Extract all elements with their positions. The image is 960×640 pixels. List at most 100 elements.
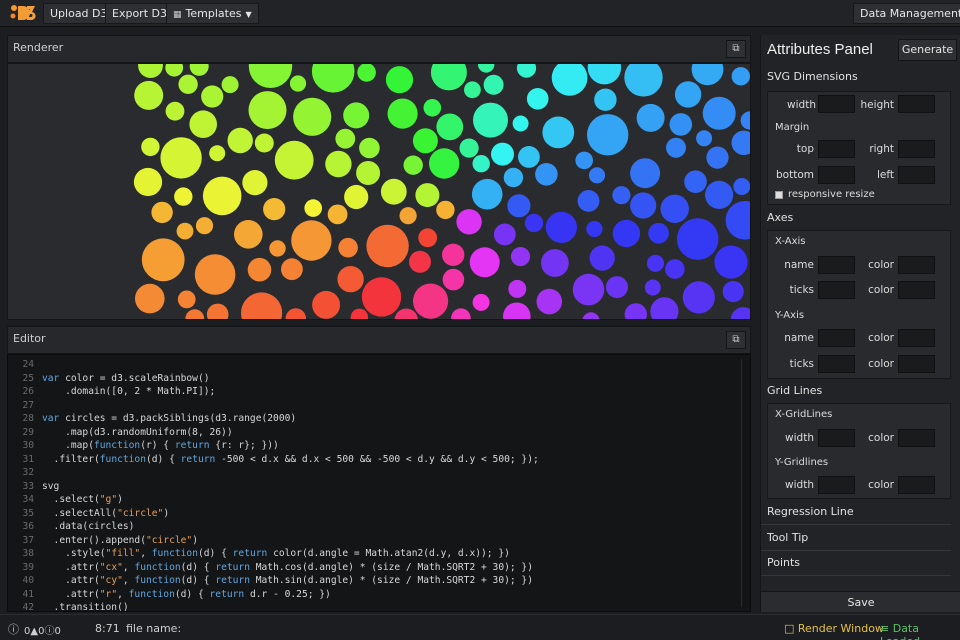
y-axis-color-input[interactable] bbox=[898, 329, 935, 347]
rendered-circle bbox=[510, 247, 531, 267]
editor-popout-button[interactable]: ⧉ bbox=[726, 331, 746, 349]
code-line: 26 .domain([0, 2 * Math.PI]); bbox=[8, 385, 215, 399]
line-number: 40 bbox=[22, 575, 34, 586]
rendered-circle bbox=[343, 102, 370, 129]
responsive-resize-checkbox[interactable] bbox=[775, 191, 783, 199]
code-text: var circles = d3.packSiblings(d3.range(2… bbox=[42, 413, 297, 424]
templates-dropdown[interactable]: ▦ Templates ▼ bbox=[166, 3, 259, 24]
y-grid-width-input[interactable] bbox=[818, 476, 855, 494]
y-axis-ticks-input[interactable] bbox=[818, 355, 855, 373]
y-color-label: color bbox=[868, 332, 894, 344]
margin-right-input[interactable] bbox=[898, 140, 935, 158]
rendered-circle bbox=[524, 213, 544, 233]
x-grid-color-label: color bbox=[868, 432, 894, 444]
rendered-circle bbox=[459, 138, 479, 158]
code-line: 27 bbox=[8, 399, 42, 413]
code-text: .domain([0, 2 * Math.PI]); bbox=[42, 386, 216, 397]
rendered-circle bbox=[696, 130, 713, 147]
y-grid-color-input[interactable] bbox=[898, 476, 935, 494]
code-line: 29 .map(d3.randomUniform(8, 26)) bbox=[8, 426, 232, 440]
problem-counts[interactable]: 0▲0ⓘ0 bbox=[24, 622, 61, 637]
code-line: 30 .map(function(r) { return {r: r}; })) bbox=[8, 439, 279, 453]
x-axis-ticks-input[interactable] bbox=[818, 281, 855, 299]
code-text: svg bbox=[42, 480, 60, 492]
code-line: 38 .style("fill", function(d) { return c… bbox=[8, 547, 509, 561]
rendered-circle bbox=[503, 167, 524, 188]
rendered-circle bbox=[394, 308, 418, 319]
margin-bottom-input[interactable] bbox=[818, 166, 855, 184]
code-line: 41 .attr("r", function(d) { return d.r -… bbox=[8, 588, 330, 602]
x-axis-color-input[interactable] bbox=[898, 256, 935, 274]
rendered-circle bbox=[684, 170, 707, 193]
regression-line-section[interactable]: Regression Line bbox=[767, 505, 854, 518]
code-line: 35 .selectAll("circle") bbox=[8, 507, 169, 521]
rendered-circle bbox=[436, 113, 464, 141]
rendered-circle bbox=[518, 146, 540, 168]
x-grid-color-input[interactable] bbox=[898, 429, 935, 447]
points-section[interactable]: Points bbox=[767, 556, 800, 569]
margin-left-input[interactable] bbox=[898, 166, 935, 184]
generate-button[interactable]: Generate bbox=[898, 39, 957, 61]
code-text: .map(function(r) { return {r: r}; })) bbox=[42, 440, 279, 451]
rendered-circle bbox=[706, 146, 729, 169]
code-text: var color = d3.scaleRainbow() bbox=[42, 372, 210, 384]
code-text: .attr("cy", function(d) { return Math.si… bbox=[42, 575, 533, 586]
rendered-circle bbox=[176, 222, 194, 240]
save-button[interactable]: Save bbox=[761, 591, 960, 612]
y-ticks-label: ticks bbox=[789, 358, 814, 370]
responsive-resize-label: responsive resize bbox=[788, 189, 875, 200]
export-d3-button[interactable]: Export D3 bbox=[105, 3, 174, 24]
grid-lines-title: Grid Lines bbox=[767, 384, 823, 397]
x-axis-name-input[interactable] bbox=[818, 256, 855, 274]
upload-d3-button[interactable]: Upload D3 bbox=[43, 3, 115, 24]
rendered-circle bbox=[263, 198, 286, 221]
rendered-circle bbox=[730, 307, 750, 319]
rendered-circle bbox=[138, 64, 163, 78]
renderer-popout-button[interactable]: ⧉ bbox=[726, 40, 746, 58]
axes-box: X-Axis name color ticks color Y-Axis nam… bbox=[767, 230, 951, 379]
svg-width-input[interactable] bbox=[818, 95, 855, 113]
rendered-circle bbox=[293, 97, 332, 136]
renderer-canvas[interactable] bbox=[7, 63, 751, 320]
rendered-circle bbox=[665, 259, 685, 279]
line-number: 30 bbox=[22, 440, 34, 451]
rendered-circle bbox=[241, 292, 283, 319]
rendered-circle bbox=[669, 113, 693, 136]
rendered-circle bbox=[456, 209, 482, 235]
y-axis-name-input[interactable] bbox=[818, 329, 855, 347]
rendered-circle bbox=[731, 67, 750, 86]
rendered-circle bbox=[285, 308, 306, 319]
render-window-toggle[interactable]: □ Render Window bbox=[784, 622, 884, 635]
svg-height-input[interactable] bbox=[898, 95, 935, 113]
line-number: 31 bbox=[22, 453, 34, 465]
y-axis-ticks-color-input[interactable] bbox=[898, 355, 935, 373]
rendered-circle bbox=[387, 98, 418, 129]
rendered-circle bbox=[646, 254, 665, 272]
d3-logo-icon bbox=[10, 5, 36, 21]
height-label: height bbox=[860, 99, 894, 111]
rendered-circle bbox=[666, 137, 686, 158]
x-grid-width-input[interactable] bbox=[818, 429, 855, 447]
rendered-circle bbox=[676, 218, 719, 260]
top-toolbar: Upload D3 Export D3 ▦ Templates ▼ Data Man… bbox=[0, 0, 960, 27]
rendered-circle bbox=[274, 140, 314, 180]
y-grid-width-label: width bbox=[785, 479, 814, 491]
code-editor[interactable]: 24 25 var color = d3.scaleRainbow() 26 .dom… bbox=[7, 354, 751, 612]
data-management-button[interactable]: Data Management bbox=[853, 3, 960, 24]
rendered-circle bbox=[423, 99, 442, 117]
window-icon: □ bbox=[784, 622, 798, 635]
rendered-circle bbox=[674, 81, 702, 108]
editor-scrollbar[interactable] bbox=[741, 359, 747, 607]
tool-tip-section[interactable]: Tool Tip bbox=[767, 531, 808, 544]
margin-top-input[interactable] bbox=[818, 140, 855, 158]
rendered-circle bbox=[731, 130, 750, 155]
rendered-circle bbox=[221, 76, 239, 94]
svg-dimensions-box: width height Margin top right bottom lef… bbox=[767, 91, 951, 205]
rendered-circle bbox=[451, 308, 471, 319]
file-name-label: file name: bbox=[126, 622, 182, 635]
rendered-circle bbox=[194, 254, 236, 295]
y-name-label: name bbox=[784, 332, 814, 344]
rendered-circle bbox=[385, 66, 414, 94]
axes-title: Axes bbox=[767, 211, 794, 224]
x-axis-ticks-color-input[interactable] bbox=[898, 281, 935, 299]
